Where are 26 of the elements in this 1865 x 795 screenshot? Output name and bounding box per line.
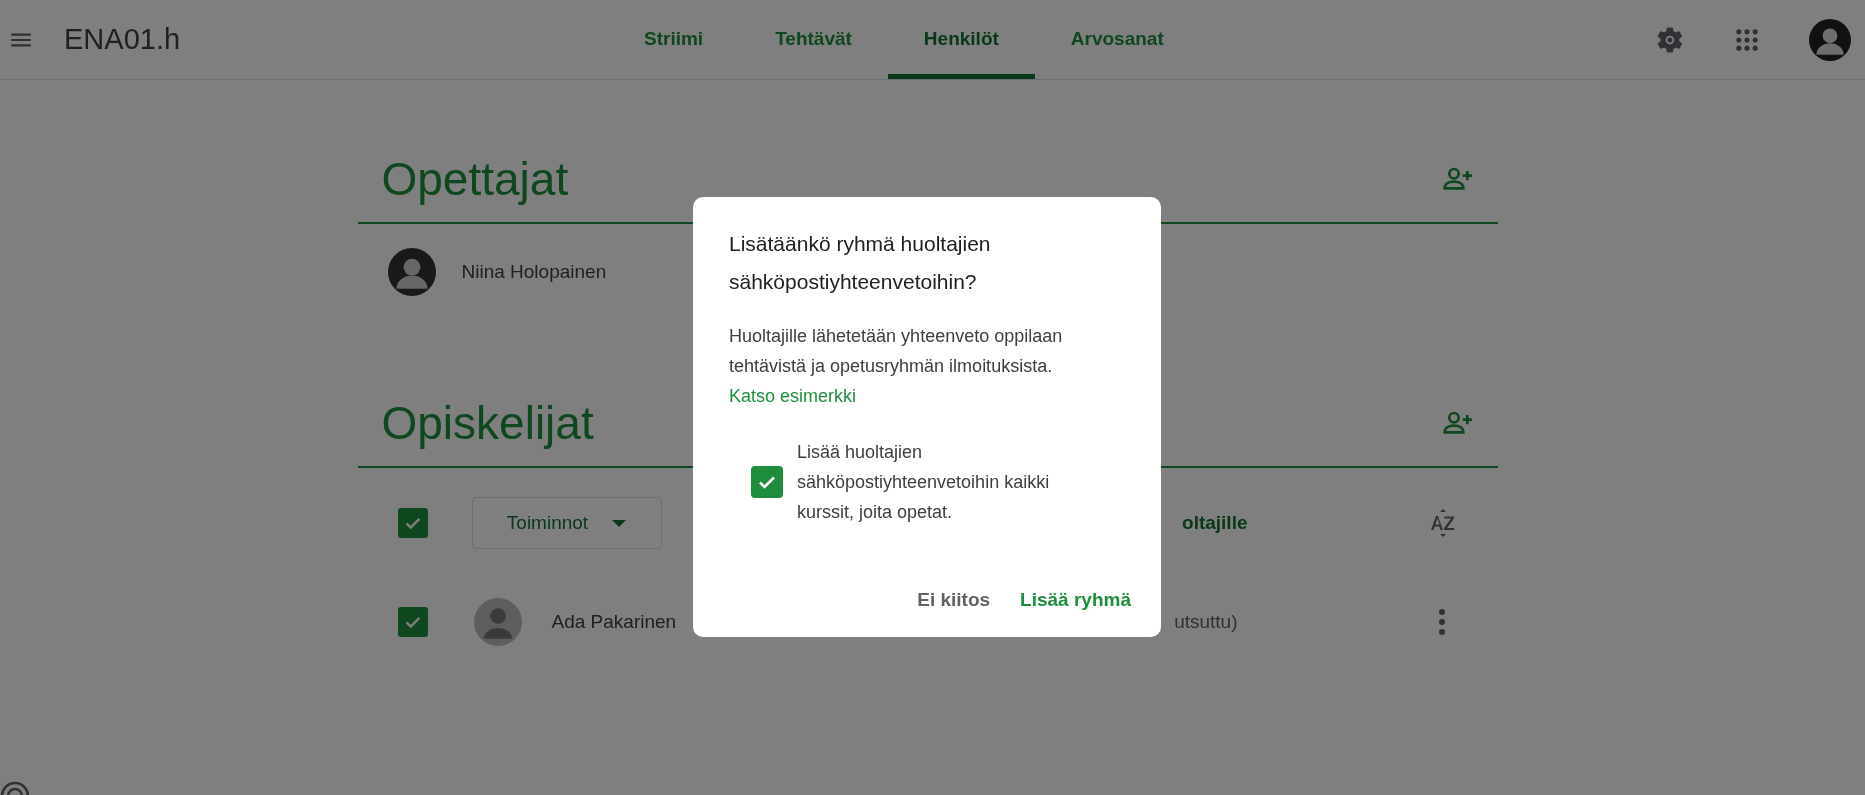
include-all-checkbox[interactable] [751,466,783,498]
invite-status: utsuttu) [1174,611,1238,633]
checkbox-label: Lisää huoltajien sähköpostiyhteenvetoihin kaikki kurssit, joita opetat. [797,441,1051,524]
dialog-title: Lisätäänkö ryhmä huoltajien sähköpostiyhteenvetoihin? [729,231,992,295]
person-avatar [387,248,436,296]
actions-dropdown[interactable]: Toiminnot [471,497,662,549]
person-name: Ada Pakarinen [551,611,677,633]
select-all-checkbox[interactable] [397,508,428,538]
person-name: Niina Holopainen [461,261,607,283]
dialog-button[interactable]: Lisää ryhmä [1014,581,1137,619]
nav-tab[interactable]: Henkilöt [887,4,1035,79]
nav-tab[interactable]: Arvosanat [1034,4,1200,79]
nav-tab[interactable]: Tehtävät [739,4,888,79]
caret-icon [612,519,627,527]
dialog-button[interactable]: Ei kiitos [911,581,997,619]
section-heading: Opettajat [381,152,569,206]
dialog-text: Huoltajille lähetetään yhteenveto oppilaan tehtävistä ja opetusryhmän ilmoituksista. [729,326,1063,376]
email-guardians-link[interactable]: oltajille [1182,512,1248,534]
student-checkbox[interactable] [397,607,428,637]
class-title: ENA01.h [64,23,181,56]
more-icon[interactable] [1437,608,1446,636]
example-link[interactable]: Katso esimerkki [729,381,857,411]
nav-tab[interactable]: Striimi [608,4,740,79]
person-avatar [473,598,522,646]
account-avatar[interactable] [1809,18,1851,61]
section-heading: Opiskelijat [381,396,594,450]
